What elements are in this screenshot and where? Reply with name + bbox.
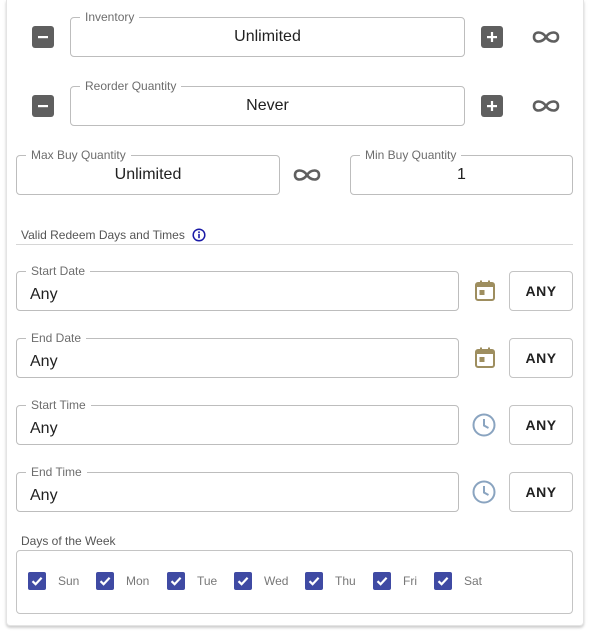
end-date-any-button[interactable]: ANY [509, 338, 573, 378]
minus-icon [38, 36, 48, 39]
reorder-increment-button[interactable] [481, 95, 503, 117]
end-time-value[interactable]: Any [30, 481, 458, 511]
checkbox[interactable] [373, 572, 391, 590]
days-of-week-group: Sun Mon Tue Wed Thu Fri Sat [16, 550, 573, 614]
check-icon [31, 577, 43, 586]
inventory-field[interactable]: Inventory Unlimited [70, 9, 465, 57]
reorder-infinity-icon[interactable] [530, 97, 562, 115]
day-label: Thu [335, 574, 356, 588]
inventory-value[interactable]: Unlimited [71, 18, 464, 56]
check-icon [376, 577, 388, 586]
redeem-section-title: Valid Redeem Days and Times [21, 228, 206, 242]
check-icon [437, 577, 449, 586]
days-of-week-title: Days of the Week [21, 534, 116, 548]
day-checkbox-fri[interactable]: Fri [373, 572, 417, 590]
check-icon [237, 577, 249, 586]
day-label: Tue [197, 574, 218, 588]
end-date-value[interactable]: Any [30, 347, 458, 377]
start-time-label: Start Time [26, 397, 91, 413]
check-icon [99, 577, 111, 586]
checkbox[interactable] [305, 572, 323, 590]
start-date-field[interactable]: Start Date Any [16, 263, 459, 311]
checkbox[interactable] [28, 572, 46, 590]
day-label: Mon [126, 574, 150, 588]
max-buy-quantity-value[interactable]: Unlimited [17, 156, 279, 194]
max-buy-quantity-field[interactable]: Max Buy Quantity Unlimited [16, 147, 280, 195]
inventory-increment-button[interactable] [481, 26, 503, 48]
day-label: Wed [264, 574, 289, 588]
checkbox[interactable] [434, 572, 452, 590]
day-checkbox-wed[interactable]: Wed [234, 572, 288, 590]
end-time-label: End Time [26, 464, 87, 480]
min-buy-quantity-value[interactable]: 1 [351, 156, 572, 194]
reorder-quantity-field[interactable]: Reorder Quantity Never [70, 78, 465, 126]
day-label: Sat [464, 574, 483, 588]
end-time-any-button[interactable]: ANY [509, 472, 573, 512]
day-label: Fri [403, 574, 417, 588]
minus-icon [38, 105, 48, 108]
start-time-field[interactable]: Start Time Any [16, 397, 459, 445]
plus-icon [487, 32, 497, 42]
check-icon [170, 577, 182, 586]
checkbox[interactable] [167, 572, 185, 590]
day-checkbox-mon[interactable]: Mon [96, 572, 149, 590]
end-date-label: End Date [26, 330, 87, 346]
day-checkbox-sun[interactable]: Sun [28, 572, 79, 590]
end-date-field[interactable]: End Date Any [16, 330, 459, 378]
day-label: Sun [58, 574, 80, 588]
day-checkbox-thu[interactable]: Thu [305, 572, 356, 590]
max-buy-infinity-icon[interactable] [291, 166, 323, 184]
end-time-clock-icon[interactable] [471, 479, 497, 505]
min-buy-quantity-field[interactable]: Min Buy Quantity 1 [350, 147, 573, 195]
day-checkbox-sat[interactable]: Sat [434, 572, 482, 590]
reorder-decrement-button[interactable] [32, 95, 54, 117]
info-icon[interactable] [192, 228, 206, 242]
start-date-label: Start Date [26, 263, 91, 279]
start-date-calendar-icon[interactable] [472, 278, 498, 304]
checkbox[interactable] [96, 572, 114, 590]
checkbox[interactable] [234, 572, 252, 590]
start-time-value[interactable]: Any [30, 414, 458, 444]
inventory-decrement-button[interactable] [32, 26, 54, 48]
redeem-section-title-text: Valid Redeem Days and Times [21, 228, 185, 242]
day-checkbox-tue[interactable]: Tue [167, 572, 217, 590]
reorder-quantity-value[interactable]: Never [71, 87, 464, 125]
end-date-calendar-icon[interactable] [472, 345, 498, 371]
inventory-infinity-icon[interactable] [530, 28, 562, 46]
start-time-any-button[interactable]: ANY [509, 405, 573, 445]
section-divider [16, 244, 573, 245]
end-time-field[interactable]: End Time Any [16, 464, 459, 512]
check-icon [308, 577, 320, 586]
plus-icon [487, 101, 497, 111]
start-time-clock-icon[interactable] [471, 412, 497, 438]
start-date-any-button[interactable]: ANY [509, 271, 573, 311]
start-date-value[interactable]: Any [30, 280, 458, 310]
